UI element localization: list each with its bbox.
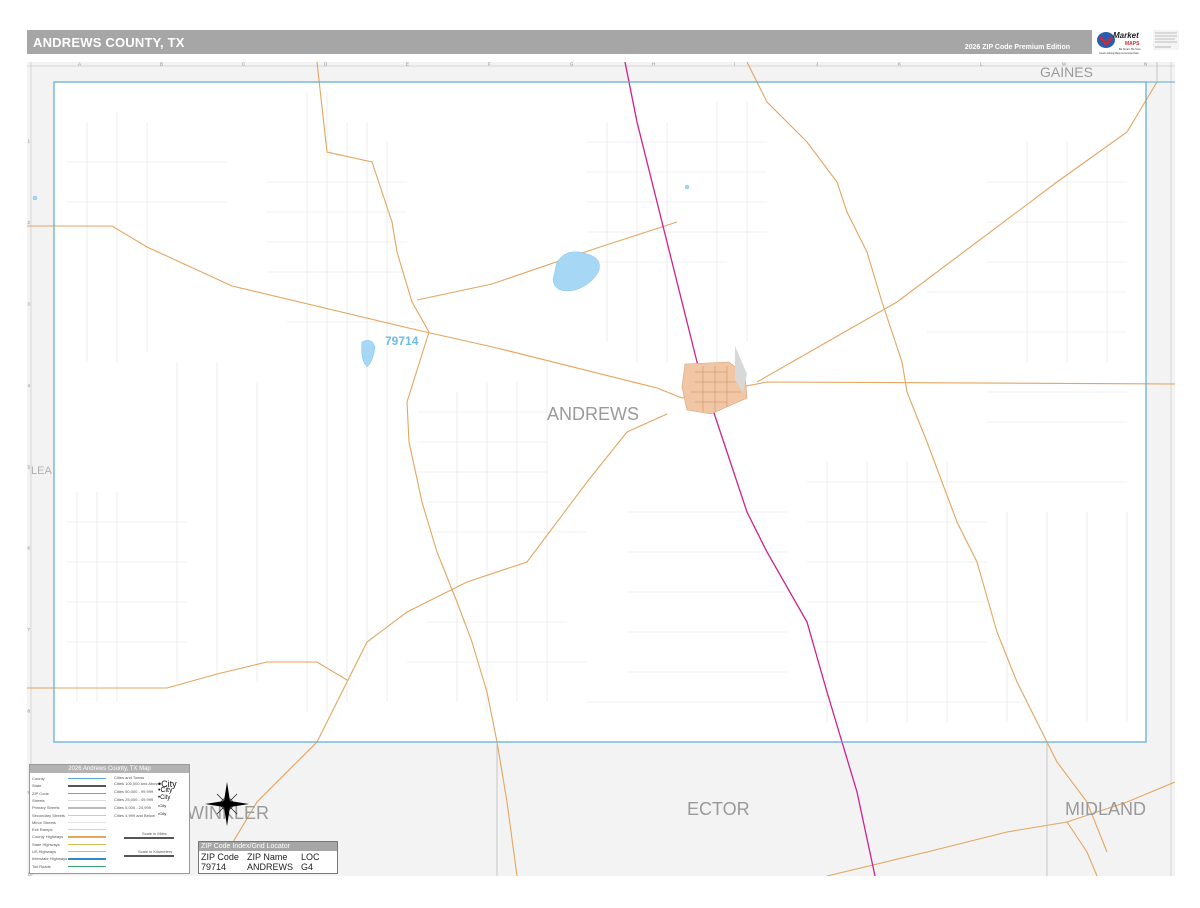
- zip-index-header-name: ZIP Name: [247, 852, 288, 862]
- legend-city-class-label: Cities 25,000 - 49,999: [114, 797, 154, 802]
- logo-maps-word: MAPS: [1125, 41, 1140, 47]
- legend-cities-heading: Cities and Towns: [114, 775, 145, 780]
- legend-item-label: County Highways: [32, 834, 64, 840]
- legend-city-sample: •City: [158, 811, 167, 816]
- map-title: ANDREWS COUNTY, TX: [33, 35, 185, 50]
- legend-city-class-label: Cities 5,000 - 24,999: [114, 805, 151, 810]
- zip-code-index: ZIP Code Index/Grid Locator ZIP Code ZIP…: [198, 841, 338, 874]
- legend-item-swatch: [68, 821, 106, 824]
- scale-bar-miles: [124, 837, 174, 839]
- legend-item-swatch: [68, 829, 106, 831]
- map-canvas[interactable]: ABCDEFGHIJKLMN 12345678910: [27, 62, 1175, 876]
- zip-label-79714: 79714: [385, 334, 419, 348]
- legend-scale-km: Scale in Kilometers: [138, 849, 173, 854]
- market-maps-logo: Market MAPS Be Smart. Be Sure. Good-Look…: [1095, 28, 1181, 56]
- zip-index-header-zip: ZIP Code: [201, 852, 239, 862]
- neighbor-label-midland: MIDLAND: [1065, 799, 1146, 819]
- legend-item-label: Exit Ramps: [32, 827, 53, 833]
- legend-item-label: ZIP Code: [32, 790, 49, 796]
- legend-item-swatch: [68, 778, 106, 780]
- logo-tagline-1: Be Smart. Be Sure.: [1119, 47, 1142, 51]
- zip-index-row-name: ANDREWS: [247, 862, 294, 872]
- county-label-andrews: ANDREWS: [547, 404, 639, 424]
- legend-city-class-label: Cities 50,000 - 99,999: [114, 789, 154, 794]
- zip-index-title: ZIP Code Index/Grid Locator: [199, 842, 337, 851]
- zip-index-header-loc: LOC: [301, 852, 320, 862]
- scale-bar-km: [124, 855, 174, 857]
- map-legend: 2026 Andrews County, TX Map County State Z…: [29, 764, 190, 874]
- logo-tagline-2: Good-Looking Maps & Accurate Data: [1099, 52, 1139, 55]
- legend-item-swatch: [68, 785, 106, 787]
- legend-item-label: Streets: [32, 797, 45, 803]
- legend-item-label: State: [32, 783, 42, 789]
- small-pond: [684, 184, 690, 190]
- legend-item-swatch: [68, 799, 106, 802]
- legend-city-class-label: Cities 4,999 and Below: [114, 813, 155, 818]
- edition-label: 2026 ZIP Code Premium Edition: [964, 44, 1070, 51]
- zip-index-row-loc: G4: [301, 862, 314, 872]
- neighbor-label-ector: ECTOR: [687, 799, 750, 819]
- legend-item-label: US Highways: [32, 849, 57, 854]
- logo-brand-word: Market: [1113, 31, 1139, 40]
- neighbor-label-lea: LEA: [31, 465, 52, 477]
- logo-graphic: Market MAPS Be Smart. Be Sure. Good-Look…: [1095, 28, 1181, 56]
- small-pond-west: [32, 195, 38, 201]
- legend-item-swatch: [68, 814, 106, 816]
- legend-item-swatch: [68, 836, 106, 838]
- legend-item-swatch: [68, 851, 106, 853]
- legend-item-label: State Highways: [32, 841, 60, 847]
- legend-item-swatch: [68, 865, 106, 867]
- neighbor-label-gaines: GAINES: [1040, 64, 1093, 80]
- legend-city-class-label: Cities 100,000 and Above: [114, 781, 160, 786]
- legend-scale-miles: Scale in Miles: [142, 831, 167, 836]
- legend-item-label: Secondary Streets: [32, 812, 65, 818]
- legend-item-label: Toll Roads: [32, 863, 51, 869]
- title-bar: ANDREWS COUNTY, TX 2026 ZIP Code Premium…: [27, 30, 1092, 54]
- legend-item-swatch: [68, 858, 106, 860]
- legend-item-swatch: [68, 843, 106, 846]
- legend-item-swatch: [68, 807, 106, 809]
- zip-index-row-zip: 79714: [201, 862, 227, 872]
- legend-item-swatch: [68, 792, 106, 794]
- legend-item-label: Minor Streets: [32, 819, 56, 825]
- legend-item-label: Interstate Highways: [32, 856, 68, 862]
- legend-city-sample: •City: [158, 795, 171, 801]
- legend-item-label: Primary Streets: [32, 805, 60, 811]
- legend-title: 2026 Andrews County, TX Map: [30, 765, 189, 773]
- legend-city-sample: •City: [158, 803, 167, 808]
- legend-city-sample: •City: [158, 787, 173, 794]
- legend-item-label: County: [32, 776, 45, 781]
